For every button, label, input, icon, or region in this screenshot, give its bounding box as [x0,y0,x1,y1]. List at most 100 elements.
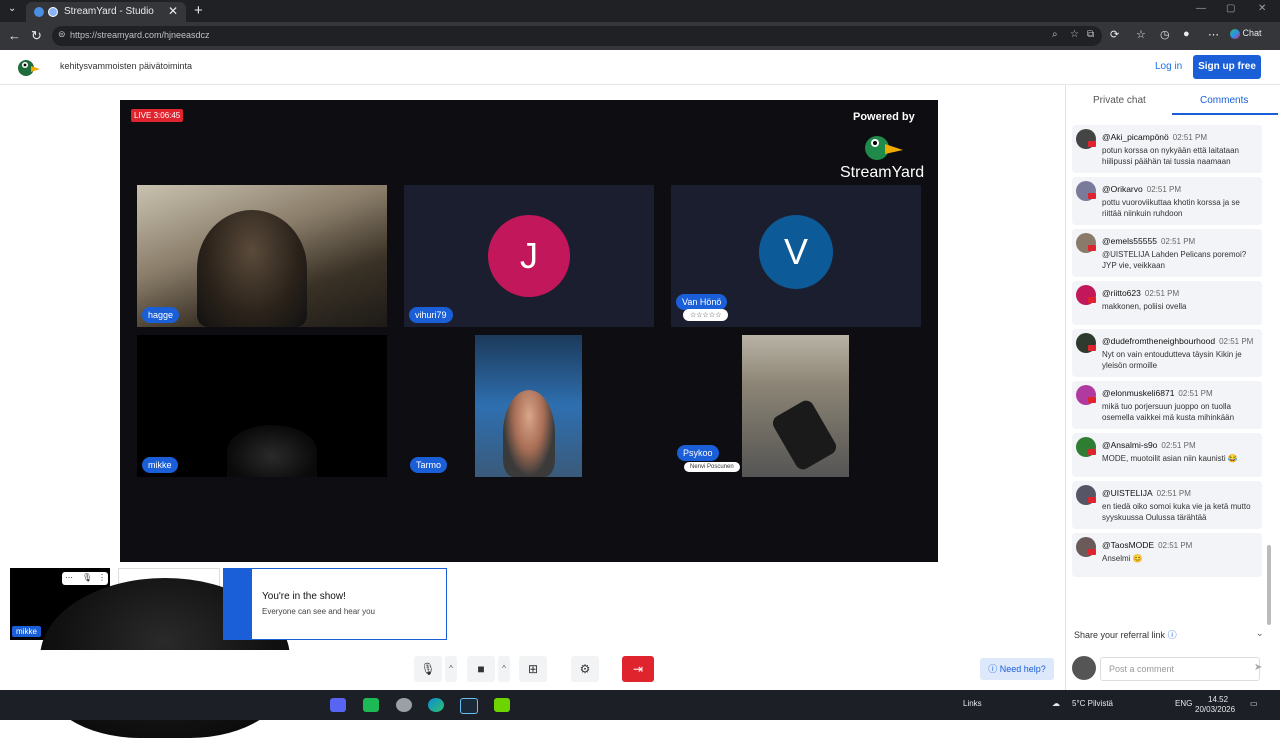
clock-date[interactable]: 20/03/2026 [1195,705,1235,714]
comment-time: 02:51 PM [1160,237,1196,246]
participant-tile[interactable] [742,335,849,477]
app-icon[interactable] [494,698,510,712]
youtube-icon [1088,397,1096,403]
youtube-icon [1088,345,1096,351]
site-info-icon[interactable]: ⊜ [58,29,66,40]
zoom-icon[interactable]: ⌕ [1052,29,1058,40]
history-icon[interactable]: ◷ [1160,28,1170,41]
settings-button[interactable]: ⚙ [571,656,599,682]
participant-video [770,397,839,473]
maximize-button[interactable]: ▢ [1226,3,1235,14]
steam-icon[interactable] [460,698,478,714]
comment-time: 02:51 PM [1158,541,1193,550]
minimize-button[interactable]: — [1196,3,1206,14]
preview-controls[interactable]: ⋯ 🎙 ⋮ [62,572,108,585]
chevron-down-icon[interactable]: ⌄ [1256,628,1264,639]
bookmark-star-icon[interactable]: ☆ [1070,29,1079,40]
comment-item: @Ansalmi-s9o 02:51 PM MODE, muotoilit asia… [1072,433,1262,477]
refresh-extension-icon[interactable]: ⟳ [1110,28,1119,41]
new-tab-button[interactable]: + [194,2,203,19]
powered-by-label: Powered by [853,111,915,123]
app-icon[interactable] [363,698,379,712]
post-comment-input[interactable]: Post a comment [1100,657,1260,681]
tab-list-icon[interactable]: ⌄ [8,3,16,14]
login-link[interactable]: Log in [1155,61,1182,72]
tab-close-icon[interactable]: ✕ [168,4,178,18]
need-help-button[interactable]: ⓘ Need help? [980,658,1054,680]
avatar [1072,656,1096,680]
language-indicator[interactable]: ENG [1175,699,1192,708]
camera-button[interactable]: ■ [467,656,495,682]
participant-tile[interactable]: V Van Hönö ☆☆☆☆☆ [671,185,921,327]
more-vertical-icon[interactable]: ⋮ [98,573,106,582]
referral-label: Share your referral link [1074,630,1166,640]
tab-title: StreamYard - Studio [64,6,154,17]
comment-username: @dudefromtheneighbourhood [1102,336,1216,346]
weather-label[interactable]: 5°C Pilvistä [1072,699,1113,708]
browser-tab[interactable]: StreamYard - Studio ✕ [26,2,186,22]
referral-link-toggle[interactable]: Share your referral link ⓘ [1074,628,1177,641]
youtube-icon [1088,497,1096,503]
links-toolbar[interactable]: Links [963,699,982,708]
dots-icon[interactable]: ⋯ [65,573,73,582]
participant-name: vihuri79 [409,307,453,323]
profile-icon[interactable]: ● [1183,28,1190,40]
gear-icon: ⚙ [579,662,591,676]
need-help-label: Need help? [999,664,1046,674]
comment-item: @TaosMODE 02:51 PM Anselmi 😊 [1072,533,1262,577]
address-bar[interactable]: ⊜ https://streamyard.com/hjneeasdcz ⌕ ☆ … [52,26,1102,46]
discord-icon[interactable] [330,698,346,712]
participant-tile[interactable]: hagge [137,185,387,327]
participant-tile[interactable]: mikke [137,335,387,477]
streamyard-logo-icon [18,60,40,76]
app-header: kehitysvammoisten päivätoiminta Log in S… [0,50,1280,85]
participant-name: Tarmo [410,457,448,473]
comment-item: @Orikarvo 02:51 PM pottu vuoroviikuttaa kh… [1072,177,1262,225]
youtube-icon [1088,193,1096,199]
comment-item: @UISTELIJA 02:51 PM en tiedä oiko somoi ku… [1072,481,1262,529]
youtube-icon [1088,297,1096,303]
notifications-icon[interactable]: ▭ [1250,699,1258,708]
control-bar: 🎙 ^ ■ ^ ⊞ ⚙ ⇥ ⓘ Need help? [0,650,1064,690]
tab-comments[interactable]: Comments [1200,95,1248,106]
comment-scrollbar[interactable] [1267,545,1271,625]
participant-video [503,390,555,477]
signup-button[interactable]: Sign up free [1193,55,1261,79]
back-icon[interactable]: ← [8,28,21,43]
favorites-icon[interactable]: ☆ [1136,28,1146,41]
url-text: https://streamyard.com/hjneeasdcz [70,30,210,40]
reload-icon[interactable]: ↻ [31,28,42,44]
more-menu-icon[interactable]: ⋯ [1208,28,1219,41]
comment-text: pottu vuoroviikuttaa khotin korssa ja se… [1102,198,1240,218]
share-screen-button[interactable]: ⊞ [519,656,547,682]
copilot-icon [1230,28,1240,39]
camera-options-caret-icon[interactable]: ^ [498,656,510,682]
comment-time: 02:51 PM [1161,441,1196,450]
share-screen-icon: ⊞ [527,662,539,676]
app-icon[interactable] [396,698,412,712]
participant-tile[interactable] [475,335,582,477]
extension-icon[interactable]: ⧉ [1087,29,1094,40]
mic-icon[interactable]: 🎙 [82,573,92,582]
comment-time: 02:51 PM [1156,489,1191,498]
tab-private-chat[interactable]: Private chat [1093,95,1146,106]
comment-username: @Orikarvo [1102,184,1143,194]
close-window-button[interactable]: ✕ [1258,3,1266,14]
participant-tile[interactable]: J vihuri79 [404,185,654,327]
edge-icon[interactable] [428,698,444,712]
leave-studio-button[interactable]: ⇥ [622,656,654,682]
youtube-icon [1088,141,1096,147]
participant-avatar: J [488,215,570,297]
clock-time[interactable]: 14.52 [1208,695,1228,704]
comment-item: @dudefromtheneighbourhood 02:51 PM Nyt on … [1072,329,1262,377]
mic-options-caret-icon[interactable]: ^ [445,656,457,682]
comment-time: 02:51 PM [1219,337,1254,346]
send-icon[interactable]: ➤ [1254,662,1262,673]
comment-text: MODE, muotoilit asian niin kaunisti 😂 [1102,454,1238,463]
participant-name: hagge [142,307,180,323]
comment-text: Anselmi 😊 [1102,554,1143,563]
microphone-button[interactable]: 🎙 [414,656,442,682]
record-favicon-icon [48,7,58,17]
chat-panel: Private chat Comments @Aki_picampönö 02:5… [1065,85,1280,690]
chat-button[interactable]: Chat [1230,28,1262,39]
